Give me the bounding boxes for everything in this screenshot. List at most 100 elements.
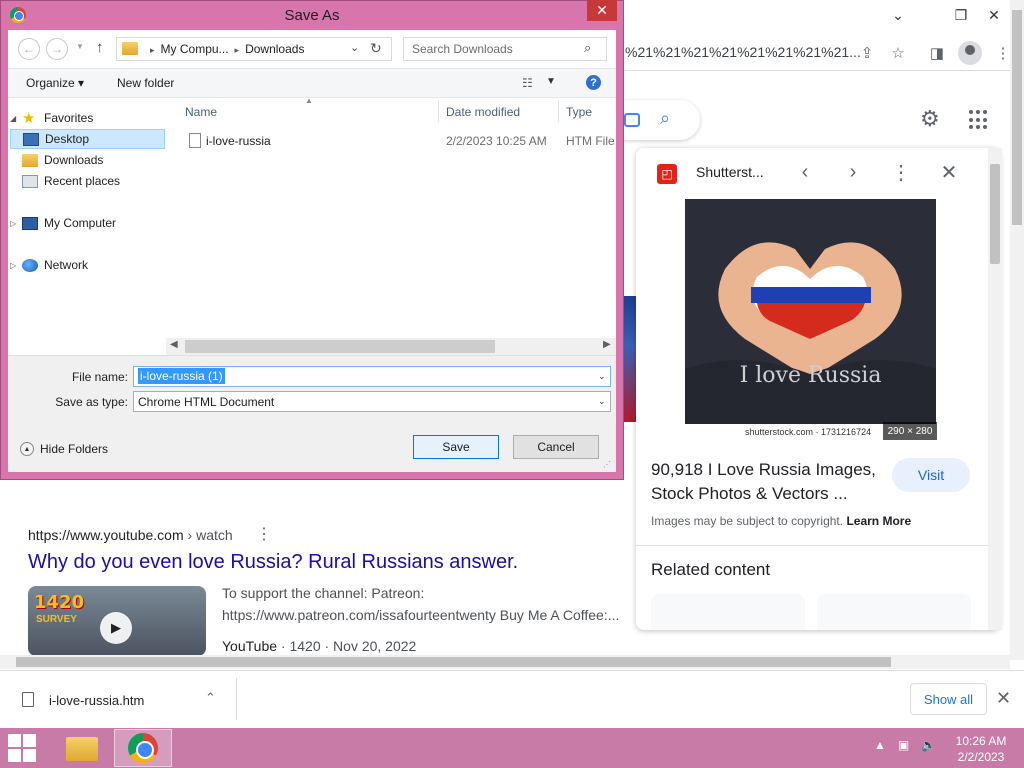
view-dropdown-icon[interactable]: ▼: [546, 76, 556, 87]
preview-image[interactable]: I love Russia: [685, 199, 936, 441]
breadcrumb-downloads[interactable]: Downloads: [245, 42, 304, 56]
expand-arrow-icon[interactable]: ▷: [10, 261, 20, 270]
expand-arrow-icon[interactable]: ▷: [10, 219, 20, 228]
nav-label: Downloads: [44, 153, 104, 167]
learn-more-link[interactable]: Learn More: [846, 514, 911, 528]
chevron-up-icon: ▲: [20, 442, 34, 456]
panel-scrollbar-thumb[interactable]: [990, 164, 1000, 264]
new-folder-button[interactable]: New folder: [117, 76, 174, 90]
page-hscrollbar-thumb[interactable]: [16, 657, 891, 667]
gear-icon[interactable]: ⚙: [920, 106, 940, 132]
resize-grip-icon[interactable]: ⋰: [603, 460, 611, 469]
volume-icon[interactable]: 🔈: [921, 738, 936, 752]
breadcrumb-root[interactable]: My Compu...: [161, 42, 229, 56]
file-row-name[interactable]: i-love-russia: [206, 134, 271, 148]
nav-downloads[interactable]: Downloads: [10, 150, 165, 170]
video-thumbnail[interactable]: 1420 SURVEY ▶: [28, 586, 206, 656]
result-url[interactable]: https://www.youtube.com › watch: [28, 527, 233, 543]
result-more-icon[interactable]: ⋮: [256, 524, 272, 544]
help-icon[interactable]: ?: [586, 75, 601, 90]
related-card[interactable]: [817, 594, 971, 630]
play-icon[interactable]: ▶: [100, 612, 132, 644]
page-scrollbar-thumb[interactable]: [1012, 10, 1022, 225]
windows-start-icon[interactable]: [8, 734, 38, 762]
nav-desktop[interactable]: Desktop: [10, 129, 165, 149]
share-icon[interactable]: ⇪: [854, 40, 880, 66]
nav-label: My Computer: [44, 216, 117, 230]
computer-icon: [22, 216, 38, 230]
save-button[interactable]: Save: [413, 435, 499, 459]
profile-avatar[interactable]: [958, 41, 982, 65]
nav-network[interactable]: ▷ Network: [10, 255, 165, 275]
forward-button[interactable]: →: [46, 38, 68, 60]
expand-arrow-icon[interactable]: ◢: [10, 114, 20, 123]
apps-grid-icon[interactable]: [969, 110, 989, 130]
network-tray-icon[interactable]: ▣: [898, 738, 909, 752]
sort-caret-icon: ▲: [305, 96, 313, 105]
downloads-folder-icon: [22, 153, 38, 167]
hide-folders-toggle[interactable]: ▲ Hide Folders: [20, 442, 108, 456]
prev-image-icon[interactable]: ‹: [793, 160, 817, 184]
file-name-value[interactable]: i-love-russia (1): [138, 368, 225, 384]
copyright-notice: Images may be subject to copyright. Lear…: [651, 514, 911, 528]
chrome-taskbar-icon[interactable]: [114, 729, 172, 767]
result-source: YouTube: [222, 638, 278, 654]
address-dropdown-icon[interactable]: ⌄: [350, 41, 359, 54]
next-image-icon[interactable]: ›: [841, 160, 865, 184]
search-icon[interactable]: ⌕: [584, 40, 591, 56]
dialog-close-button[interactable]: ✕: [587, 0, 617, 21]
panel-close-icon[interactable]: ✕: [937, 160, 961, 184]
organize-menu[interactable]: Organize ▾: [26, 76, 84, 90]
heart-hands-illustration: [685, 199, 936, 441]
lens-icon[interactable]: [624, 113, 640, 127]
back-button[interactable]: ←: [18, 38, 40, 60]
save-as-type-value: Chrome HTML Document: [138, 395, 275, 409]
close-window-button[interactable]: ✕: [974, 0, 1014, 30]
address-breadcrumb[interactable]: ▸ My Compu... ▸ Downloads: [144, 42, 304, 56]
download-item[interactable]: i-love-russia.htm: [49, 693, 144, 708]
file-list-hscrollbar-thumb[interactable]: [185, 340, 495, 353]
result-title-link[interactable]: Why do you even love Russia? Rural Russi…: [28, 551, 518, 574]
tray-arrow-icon[interactable]: ▲: [874, 738, 886, 752]
nav-my-computer[interactable]: ▷ My Computer: [10, 213, 165, 233]
scroll-right-icon[interactable]: ▶: [603, 339, 611, 350]
close-download-bar-icon[interactable]: ✕: [996, 688, 1011, 709]
clock[interactable]: 10:26 AM 2/2/2023: [948, 733, 1014, 765]
column-divider[interactable]: [438, 100, 439, 122]
panel-divider: [636, 545, 1000, 546]
recent-locations-dropdown[interactable]: ▼: [76, 42, 84, 51]
show-all-button[interactable]: Show all: [910, 683, 987, 715]
panel-source[interactable]: Shutterst...: [696, 164, 764, 180]
column-date-modified[interactable]: Date modified: [446, 105, 520, 119]
view-options-icon[interactable]: ☷: [522, 76, 533, 90]
chevron-up-icon[interactable]: ⌃: [205, 690, 216, 706]
shutterstock-icon: ◰: [657, 164, 677, 184]
side-panel-icon[interactable]: ◨: [924, 40, 950, 66]
column-divider[interactable]: [558, 100, 559, 122]
bookmark-star-icon[interactable]: ☆: [885, 40, 911, 66]
address-bar[interactable]: %21%21%21%21%21%21%21%21...: [625, 44, 861, 60]
file-name-dropdown-icon[interactable]: ⌄: [598, 371, 606, 382]
related-card[interactable]: [651, 594, 805, 630]
system-tray: ▲ ▣ 🔈: [874, 738, 936, 752]
column-name[interactable]: Name: [185, 105, 217, 119]
nav-favorites[interactable]: ◢ ★ Favorites: [10, 108, 165, 128]
htm-file-icon: [189, 133, 201, 148]
result-meta-rest: · 1420 · Nov 20, 2022: [277, 638, 417, 654]
search-icon[interactable]: ⌕: [660, 108, 670, 129]
clock-date: 2/2/2023: [957, 750, 1005, 764]
image-caption-text: I love Russia: [739, 363, 882, 388]
cancel-button[interactable]: Cancel: [513, 435, 599, 459]
up-folder-button[interactable]: ↑: [96, 39, 104, 56]
refresh-icon[interactable]: ↻: [370, 40, 382, 57]
nav-recent-places[interactable]: Recent places: [10, 171, 165, 191]
panel-more-icon[interactable]: ⋮: [889, 160, 913, 184]
file-explorer-icon[interactable]: [60, 731, 104, 767]
column-type[interactable]: Type: [566, 105, 592, 119]
visit-button[interactable]: Visit: [892, 458, 970, 492]
nav-label: Favorites: [44, 111, 94, 125]
minimize-button[interactable]: ⌄: [878, 0, 918, 30]
save-as-type-dropdown-icon[interactable]: ⌄: [598, 396, 606, 407]
panel-title-link[interactable]: 90,918 I Love Russia Images, Stock Photo…: [651, 458, 891, 506]
scroll-left-icon[interactable]: ◀: [170, 339, 178, 350]
